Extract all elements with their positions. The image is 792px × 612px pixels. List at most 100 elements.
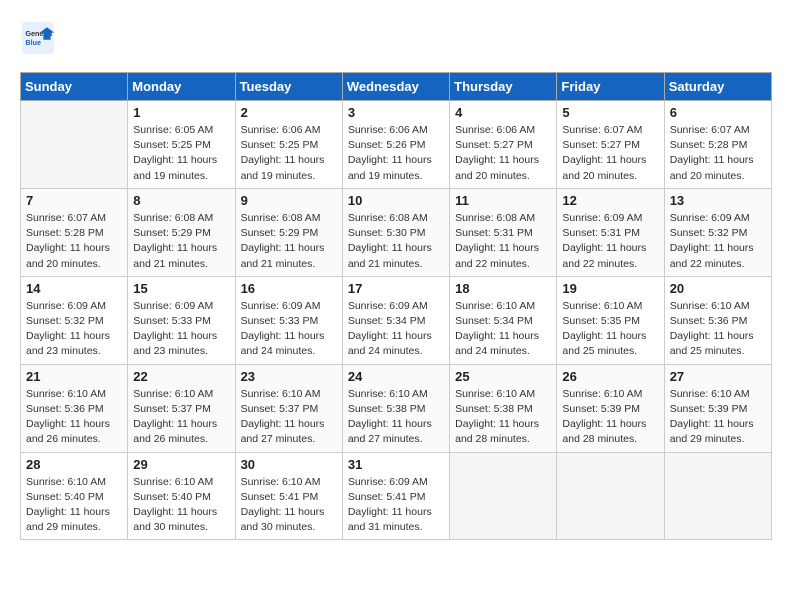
day-number: 20 [670,281,766,296]
day-number: 2 [241,105,337,120]
logo-icon: General Blue [20,20,56,56]
calendar-cell: 8 Sunrise: 6:08 AMSunset: 5:29 PMDaylight… [128,188,235,276]
day-number: 7 [26,193,122,208]
calendar-cell: 30 Sunrise: 6:10 AMSunset: 5:41 PMDayligh… [235,452,342,540]
day-info: Sunrise: 6:08 AMSunset: 5:31 PMDaylight:… [455,211,551,272]
day-info: Sunrise: 6:09 AMSunset: 5:41 PMDaylight:… [348,475,444,536]
calendar-cell: 7 Sunrise: 6:07 AMSunset: 5:28 PMDaylight… [21,188,128,276]
day-number: 8 [133,193,229,208]
calendar-cell: 22 Sunrise: 6:10 AMSunset: 5:37 PMDayligh… [128,364,235,452]
calendar-cell: 21 Sunrise: 6:10 AMSunset: 5:36 PMDayligh… [21,364,128,452]
week-row-1: 1 Sunrise: 6:05 AMSunset: 5:25 PMDaylight… [21,101,772,189]
day-number: 26 [562,369,658,384]
day-number: 4 [455,105,551,120]
day-number: 9 [241,193,337,208]
day-number: 15 [133,281,229,296]
calendar-cell: 23Sunrise: 6:10 AMSunset: 5:37 PMDayligh… [235,364,342,452]
week-row-2: 7 Sunrise: 6:07 AMSunset: 5:28 PMDaylight… [21,188,772,276]
day-info: Sunrise: 6:08 AMSunset: 5:29 PMDaylight:… [133,211,229,272]
calendar-cell: 18Sunrise: 6:10 AMSunset: 5:34 PMDayligh… [450,276,557,364]
day-number: 27 [670,369,766,384]
calendar-cell: 31 Sunrise: 6:09 AMSunset: 5:41 PMDayligh… [342,452,449,540]
calendar-cell: 28 Sunrise: 6:10 AMSunset: 5:40 PMDayligh… [21,452,128,540]
calendar-cell: 17 Sunrise: 6:09 AMSunset: 5:34 PMDayligh… [342,276,449,364]
day-info: Sunrise: 6:07 AMSunset: 5:28 PMDaylight:… [26,211,122,272]
calendar-cell: 26 Sunrise: 6:10 AMSunset: 5:39 PMDayligh… [557,364,664,452]
calendar-cell: 12Sunrise: 6:09 AMSunset: 5:31 PMDayligh… [557,188,664,276]
day-number: 17 [348,281,444,296]
calendar-cell: 15 Sunrise: 6:09 AMSunset: 5:33 PMDayligh… [128,276,235,364]
week-row-5: 28 Sunrise: 6:10 AMSunset: 5:40 PMDayligh… [21,452,772,540]
day-number: 18 [455,281,551,296]
day-info: Sunrise: 6:08 AMSunset: 5:30 PMDaylight:… [348,211,444,272]
calendar-cell: 29Sunrise: 6:10 AMSunset: 5:40 PMDayligh… [128,452,235,540]
calendar-cell: 10 Sunrise: 6:08 AMSunset: 5:30 PMDayligh… [342,188,449,276]
calendar-cell [21,101,128,189]
day-info: Sunrise: 6:10 AMSunset: 5:35 PMDaylight:… [562,299,658,360]
calendar-cell [557,452,664,540]
day-info: Sunrise: 6:10 AMSunset: 5:38 PMDaylight:… [348,387,444,448]
day-info: Sunrise: 6:09 AMSunset: 5:32 PMDaylight:… [670,211,766,272]
day-info: Sunrise: 6:10 AMSunset: 5:38 PMDaylight:… [455,387,551,448]
day-number: 29 [133,457,229,472]
day-info: Sunrise: 6:10 AMSunset: 5:37 PMDaylight:… [133,387,229,448]
day-number: 31 [348,457,444,472]
calendar-cell: 6 Sunrise: 6:07 AMSunset: 5:28 PMDaylight… [664,101,771,189]
day-number: 1 [133,105,229,120]
calendar-cell [450,452,557,540]
calendar-header-row: SundayMondayTuesdayWednesdayThursdayFrid… [21,73,772,101]
day-info: Sunrise: 6:06 AMSunset: 5:27 PMDaylight:… [455,123,551,184]
day-info: Sunrise: 6:10 AMSunset: 5:36 PMDaylight:… [670,299,766,360]
day-number: 22 [133,369,229,384]
calendar-cell: 11 Sunrise: 6:08 AMSunset: 5:31 PMDayligh… [450,188,557,276]
day-info: Sunrise: 6:06 AMSunset: 5:25 PMDaylight:… [241,123,337,184]
day-info: Sunrise: 6:09 AMSunset: 5:33 PMDaylight:… [241,299,337,360]
day-info: Sunrise: 6:10 AMSunset: 5:39 PMDaylight:… [562,387,658,448]
svg-text:Blue: Blue [25,38,41,47]
calendar-cell: 3 Sunrise: 6:06 AMSunset: 5:26 PMDaylight… [342,101,449,189]
day-info: Sunrise: 6:05 AMSunset: 5:25 PMDaylight:… [133,123,229,184]
calendar-cell: 25 Sunrise: 6:10 AMSunset: 5:38 PMDayligh… [450,364,557,452]
day-number: 19 [562,281,658,296]
day-number: 12 [562,193,658,208]
calendar-cell: 14 Sunrise: 6:09 AMSunset: 5:32 PMDayligh… [21,276,128,364]
day-number: 6 [670,105,766,120]
day-number: 10 [348,193,444,208]
day-info: Sunrise: 6:09 AMSunset: 5:32 PMDaylight:… [26,299,122,360]
day-number: 11 [455,193,551,208]
calendar-cell: 9Sunrise: 6:08 AMSunset: 5:29 PMDaylight… [235,188,342,276]
calendar-cell: 16 Sunrise: 6:09 AMSunset: 5:33 PMDayligh… [235,276,342,364]
day-number: 25 [455,369,551,384]
column-header-sunday: Sunday [21,73,128,101]
day-info: Sunrise: 6:10 AMSunset: 5:41 PMDaylight:… [241,475,337,536]
day-number: 28 [26,457,122,472]
calendar-cell: 20 Sunrise: 6:10 AMSunset: 5:36 PMDayligh… [664,276,771,364]
day-number: 5 [562,105,658,120]
day-info: Sunrise: 6:09 AMSunset: 5:34 PMDaylight:… [348,299,444,360]
day-number: 24 [348,369,444,384]
day-number: 30 [241,457,337,472]
calendar-cell [664,452,771,540]
day-number: 13 [670,193,766,208]
week-row-3: 14 Sunrise: 6:09 AMSunset: 5:32 PMDayligh… [21,276,772,364]
calendar-table: SundayMondayTuesdayWednesdayThursdayFrid… [20,72,772,540]
day-number: 3 [348,105,444,120]
column-header-tuesday: Tuesday [235,73,342,101]
calendar-cell: 4 Sunrise: 6:06 AMSunset: 5:27 PMDaylight… [450,101,557,189]
day-info: Sunrise: 6:10 AMSunset: 5:37 PMDaylight:… [241,387,337,448]
calendar-cell: 19 Sunrise: 6:10 AMSunset: 5:35 PMDayligh… [557,276,664,364]
page-header: General Blue [20,20,772,56]
day-info: Sunrise: 6:07 AMSunset: 5:28 PMDaylight:… [670,123,766,184]
day-info: Sunrise: 6:07 AMSunset: 5:27 PMDaylight:… [562,123,658,184]
day-number: 16 [241,281,337,296]
day-info: Sunrise: 6:10 AMSunset: 5:36 PMDaylight:… [26,387,122,448]
day-info: Sunrise: 6:06 AMSunset: 5:26 PMDaylight:… [348,123,444,184]
day-info: Sunrise: 6:09 AMSunset: 5:33 PMDaylight:… [133,299,229,360]
day-number: 14 [26,281,122,296]
column-header-wednesday: Wednesday [342,73,449,101]
column-header-thursday: Thursday [450,73,557,101]
calendar-cell: 1 Sunrise: 6:05 AMSunset: 5:25 PMDaylight… [128,101,235,189]
day-info: Sunrise: 6:10 AMSunset: 5:40 PMDaylight:… [26,475,122,536]
column-header-monday: Monday [128,73,235,101]
day-number: 21 [26,369,122,384]
